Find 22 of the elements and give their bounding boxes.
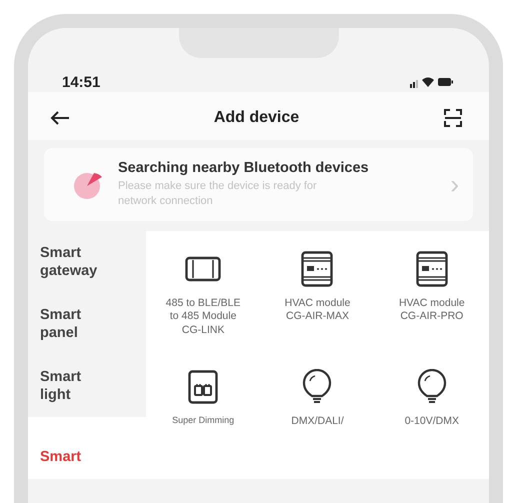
- category-item[interactable]: Smart: [28, 416, 146, 479]
- device-tile[interactable]: HVAC module CG-AIR-PRO: [374, 242, 489, 361]
- status-icons: [409, 75, 455, 89]
- category-item[interactable]: Smart light: [28, 354, 146, 417]
- chevron-icon: ›: [450, 168, 459, 200]
- dimmer-module-icon: [188, 368, 218, 405]
- status-time: 14:51: [62, 74, 100, 90]
- card-title: Searching nearby Bluetooth devices: [118, 160, 370, 176]
- card-subtitle: Please make sure the device is ready for network connection: [118, 179, 318, 209]
- page-title: Add device: [214, 109, 300, 127]
- device-tile[interactable]: Super Dimming: [146, 360, 260, 479]
- module-icon: [301, 250, 334, 287]
- device-tile[interactable]: DMX/DALI/: [260, 360, 375, 479]
- device-tile[interactable]: HVAC module CG-AIR-MAX: [260, 242, 375, 361]
- module-icon: [416, 250, 448, 287]
- device-tile[interactable]: 0-10V/DMX: [374, 360, 489, 479]
- light-bulb-icon: [302, 368, 332, 405]
- category-item[interactable]: Smart gateway: [28, 230, 146, 293]
- light-bulb-icon: [416, 368, 447, 405]
- device-tile[interactable]: 485 to BLE/BLE to 485 Module CG-LINK: [146, 242, 260, 361]
- bluetooth-search-card[interactable]: Searching nearby Bluetooth devices Please make sure the device is ready for network connection ›: [44, 148, 473, 221]
- category-item[interactable]: Smart panel: [28, 292, 146, 355]
